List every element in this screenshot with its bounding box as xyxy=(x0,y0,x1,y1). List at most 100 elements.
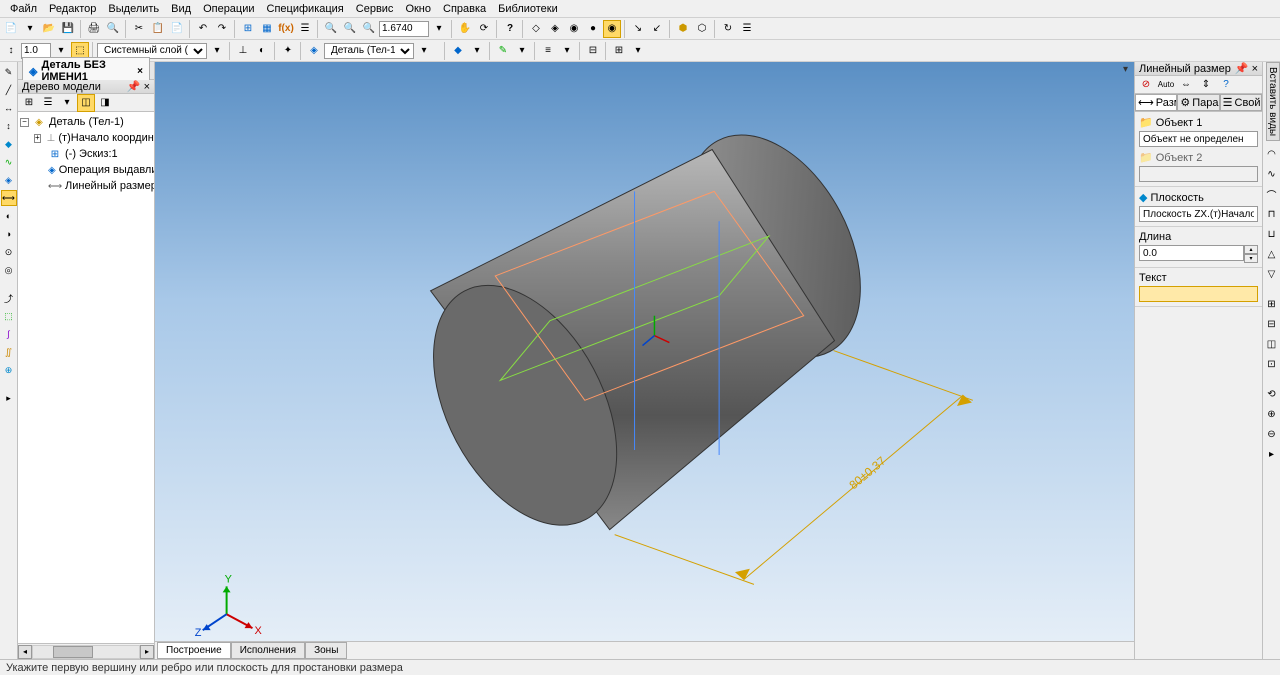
pan-icon[interactable]: ✋ xyxy=(456,20,474,38)
tree-node-extrude[interactable]: ◈ Операция выдавливания xyxy=(20,162,152,178)
tool-expand-icon[interactable]: ▸ xyxy=(1,390,17,406)
tab-params[interactable]: ⚙Пара... xyxy=(1177,94,1219,111)
menu-libraries[interactable]: Библиотеки xyxy=(492,1,564,17)
tool-dim-h-icon[interactable]: ↔ xyxy=(1,100,17,116)
view2-icon[interactable]: ↙ xyxy=(648,20,666,38)
view1-icon[interactable]: ↘ xyxy=(629,20,647,38)
tree-btn5-icon[interactable]: ◨ xyxy=(96,94,114,112)
tool-16-icon[interactable]: ⊕ xyxy=(1,362,17,378)
tool-10-icon[interactable]: ⊙ xyxy=(1,244,17,260)
rtool-5-icon[interactable]: ◠ xyxy=(1264,146,1280,162)
box2-icon[interactable]: ⬡ xyxy=(693,20,711,38)
round-icon[interactable]: ◐ xyxy=(253,42,271,60)
rtool-17-icon[interactable]: ⊕ xyxy=(1264,406,1280,422)
grid-icon[interactable]: ▦ xyxy=(258,20,276,38)
tree-btn4-icon[interactable]: ◫ xyxy=(77,94,95,112)
spin-up-icon[interactable]: ▴ xyxy=(1244,245,1258,254)
axes-icon[interactable]: ✦ xyxy=(279,42,297,60)
rtool-10-icon[interactable]: △ xyxy=(1264,246,1280,262)
tool-line-icon[interactable]: ╱ xyxy=(1,82,17,98)
linetype-icon[interactable]: ≡ xyxy=(539,42,557,60)
color1-icon[interactable]: ◆ xyxy=(449,42,467,60)
tool-surface-icon[interactable]: ◆ xyxy=(1,136,17,152)
part-select[interactable]: Деталь (Тел-1) xyxy=(324,43,414,59)
rtool-12-icon[interactable]: ⊞ xyxy=(1264,296,1280,312)
close-icon[interactable]: × xyxy=(137,66,143,77)
tree-btn1-icon[interactable]: ⊞ xyxy=(20,94,38,112)
spreadsheet-icon[interactable]: ⊞ xyxy=(239,20,257,38)
align2-icon[interactable]: ⊞ xyxy=(610,42,628,60)
cut-icon[interactable]: ✂ xyxy=(130,20,148,38)
dropdown-icon[interactable]: ▾ xyxy=(21,20,39,38)
tree-btn2-icon[interactable]: ☰ xyxy=(39,94,57,112)
tool-sketch-icon[interactable]: ✎ xyxy=(1,64,17,80)
iso-icon[interactable]: ◇ xyxy=(527,20,545,38)
new-doc-icon[interactable]: 📄 xyxy=(2,20,20,38)
menu-select[interactable]: Выделить xyxy=(102,1,165,17)
color1-drop-icon[interactable]: ▾ xyxy=(468,42,486,60)
zoom-in-icon[interactable]: 🔍 xyxy=(341,20,359,38)
menu-operations[interactable]: Операции xyxy=(197,1,260,17)
pin-icon[interactable]: 📌 xyxy=(127,81,141,93)
color2-drop-icon[interactable]: ▾ xyxy=(513,42,531,60)
body-icon[interactable]: ◈ xyxy=(305,42,323,60)
tool-11-icon[interactable]: ◎ xyxy=(1,262,17,278)
menu-editor[interactable]: Редактор xyxy=(43,1,102,17)
shaded-icon[interactable]: ● xyxy=(584,20,602,38)
undo-icon[interactable]: ↶ xyxy=(194,20,212,38)
collapse-icon[interactable]: − xyxy=(20,118,29,127)
auto-icon[interactable]: Auto xyxy=(1157,76,1175,94)
tool-cube-icon[interactable]: ◈ xyxy=(1,172,17,188)
rtool-13-icon[interactable]: ⊟ xyxy=(1264,316,1280,332)
box1-icon[interactable]: ⬢ xyxy=(674,20,692,38)
rtool-expand-icon[interactable]: ▸ xyxy=(1264,446,1280,462)
tree-node-origin[interactable]: + ⊥ (т)Начало координат xyxy=(20,130,152,146)
tree-icon[interactable]: ☰ xyxy=(738,20,756,38)
tree-hscroll[interactable]: ◂ ▸ xyxy=(18,643,154,659)
align1-icon[interactable]: ⊟ xyxy=(584,42,602,60)
zoom-out-icon[interactable]: 🔍 xyxy=(360,20,378,38)
menu-file[interactable]: Файл xyxy=(4,1,43,17)
menu-spec[interactable]: Спецификация xyxy=(261,1,350,17)
rtool-11-icon[interactable]: ▽ xyxy=(1264,266,1280,282)
save-icon[interactable]: 💾 xyxy=(59,20,77,38)
part-drop-icon[interactable]: ▾ xyxy=(415,42,433,60)
menu-window[interactable]: Окно xyxy=(399,1,437,17)
tab-zones[interactable]: Зоны xyxy=(305,642,347,659)
zoom-input[interactable] xyxy=(379,21,429,37)
rtool-15-icon[interactable]: ⊡ xyxy=(1264,356,1280,372)
axis-icon[interactable]: ↕ xyxy=(2,42,20,60)
zoom-drop-icon[interactable]: ▾ xyxy=(430,20,448,38)
tree-node-sketch[interactable]: ⊞ (-) Эскиз:1 xyxy=(20,146,152,162)
paste-icon[interactable]: 📄 xyxy=(168,20,186,38)
copy-icon[interactable]: 📋 xyxy=(149,20,167,38)
help-icon[interactable]: ? xyxy=(501,20,519,38)
panel-close-icon[interactable]: × xyxy=(1252,63,1258,75)
plane-field[interactable] xyxy=(1139,206,1258,222)
hidden-icon[interactable]: ◉ xyxy=(565,20,583,38)
tool-dim-v-icon[interactable]: ↕ xyxy=(1,118,17,134)
tree-root[interactable]: − ◈ Деталь (Тел-1) xyxy=(20,114,152,130)
rtool-7-icon[interactable]: ⌒ xyxy=(1264,186,1280,202)
vars-icon[interactable]: ☰ xyxy=(296,20,314,38)
zoom-fit-icon[interactable]: 🔍 xyxy=(322,20,340,38)
expand-icon[interactable]: + xyxy=(34,134,41,143)
rebuild-icon[interactable]: ↻ xyxy=(719,20,737,38)
tool-8-icon[interactable]: ◐ xyxy=(1,208,17,224)
viewport-menu-icon[interactable]: ▾ xyxy=(1123,64,1128,75)
menu-help[interactable]: Справка xyxy=(437,1,492,17)
tab-exec[interactable]: Исполнения xyxy=(231,642,305,659)
rtool-16-icon[interactable]: ⟲ xyxy=(1264,386,1280,402)
linetype-drop-icon[interactable]: ▾ xyxy=(558,42,576,60)
scroll-track[interactable] xyxy=(32,645,140,659)
spin-down-icon[interactable]: ▾ xyxy=(1244,254,1258,263)
text-field[interactable] xyxy=(1139,286,1258,302)
tab-props[interactable]: ☰Свой... xyxy=(1220,94,1262,111)
3d-viewport[interactable]: 80±0,37 Y X Z ▾ Построение Исполнения Зо… xyxy=(155,62,1134,659)
arrows-icon[interactable]: ⇔ xyxy=(1177,76,1195,94)
print-icon[interactable]: 🖨 xyxy=(85,20,103,38)
redo-icon[interactable]: ↷ xyxy=(213,20,231,38)
tool-linear-dim-icon[interactable]: ⟷ xyxy=(1,190,17,206)
tree-close-icon[interactable]: × xyxy=(144,81,150,93)
rtool-6-icon[interactable]: ∿ xyxy=(1264,166,1280,182)
